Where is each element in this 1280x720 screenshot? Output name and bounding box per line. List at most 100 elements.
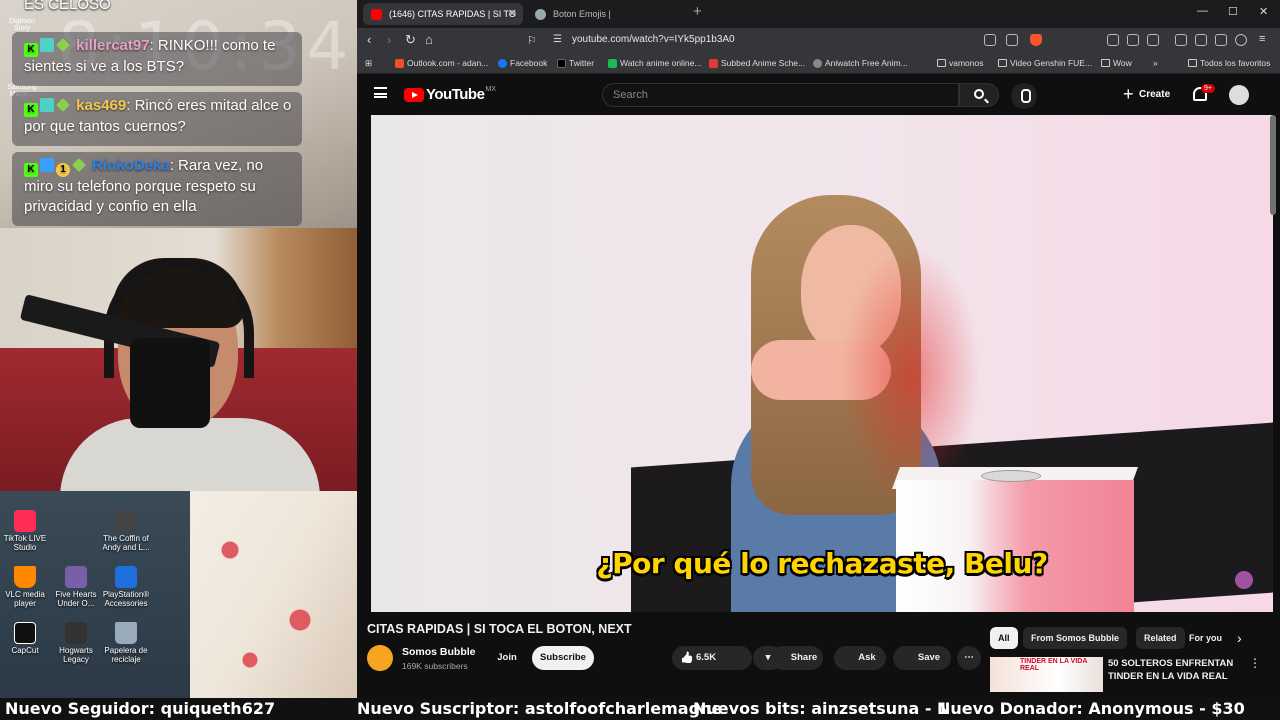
brave-shield-icon[interactable] (1030, 34, 1042, 46)
desktop-icon-label: VLC media player (5, 590, 45, 608)
anime-schedule-icon (709, 59, 718, 68)
bookmark-twitter[interactable]: Twitter (557, 58, 594, 68)
bookmark-folder-genshin[interactable]: Video Genshin FUE... (998, 58, 1092, 68)
music-icon[interactable] (1175, 34, 1187, 46)
recommended-title[interactable]: 50 SOLTEROS ENFRENTAN TINDER EN LA VIDA … (1108, 657, 1238, 683)
stream-overlay-panel: Digimon Story Samsung Magic... 8:10:34 E… (0, 0, 357, 698)
save-button[interactable]: Save (893, 646, 951, 670)
reload-icon[interactable]: ↻ (405, 32, 416, 48)
bookmark-watch-anime[interactable]: Watch anime online... (608, 58, 701, 68)
desktop-icon-digimon[interactable]: Digimon Story (4, 18, 40, 32)
close-window-icon[interactable]: ✕ (1259, 5, 1268, 18)
game-icon (65, 566, 87, 588)
tab-label: Boton Emojis | (553, 9, 611, 19)
bookmark-folder-vamonos[interactable]: vamonos (937, 58, 984, 68)
maximize-icon[interactable]: ☐ (1228, 5, 1238, 18)
thumbnail-text: TINDER EN LA VIDA REAL (1020, 658, 1088, 672)
search-input[interactable]: Search (602, 83, 959, 107)
desktop-icon-label: CapCut (11, 646, 39, 655)
like-button[interactable]: 6.5K (672, 646, 752, 670)
bookmarks-bar: ⊞ Outlook.com - adan... Facebook Twitter… (357, 54, 1280, 74)
chat-message: K1 RinkoDeka: Rara vez, no miro su telef… (12, 152, 302, 226)
hamburger-menu-icon[interactable] (374, 87, 387, 98)
chat-message: K kas469: Rincó eres mitad alce o por qu… (12, 92, 302, 146)
bookmark-folder-wow[interactable]: Wow (1101, 58, 1132, 68)
new-tab-icon[interactable]: + (693, 3, 702, 20)
voice-search-icon[interactable] (1011, 83, 1037, 109)
cast-icon[interactable] (984, 34, 996, 46)
chip-for-you[interactable]: For you (1181, 627, 1230, 649)
youtube-logo[interactable]: YouTubeMX (404, 86, 496, 104)
tab-label: (1646) CITAS RAPIDAS | SI TO (389, 9, 516, 19)
extension-icon[interactable] (1147, 34, 1159, 46)
leo-ai-icon[interactable] (1215, 34, 1227, 46)
desktop-icon-label: PlayStation® Accessories (102, 590, 150, 608)
youtube-wordmark: YouTube (426, 86, 485, 104)
address-bar[interactable]: youtube.com/watch?v=IYk5pp1b3A0 (572, 34, 735, 45)
home-icon[interactable]: ⌂ (425, 32, 433, 47)
kick-badge-icon: K (24, 43, 38, 57)
join-button[interactable]: Join (490, 646, 524, 670)
bookmark-icon[interactable]: ⚐ (527, 34, 537, 47)
desktop-icon-label: Five Hearts Under O... (55, 590, 97, 608)
tab-boton-emojis[interactable]: Boton Emojis | (527, 3, 677, 25)
channel-watermark-icon[interactable] (1235, 571, 1253, 589)
chevron-right-icon[interactable]: › (1237, 630, 1242, 646)
chip-related[interactable]: Related (1136, 627, 1185, 649)
extension-icon[interactable] (1107, 34, 1119, 46)
subscribe-button[interactable]: Subscribe (532, 646, 594, 670)
page-scrollbar[interactable] (1270, 115, 1276, 215)
apps-icon[interactable]: ⊞ (365, 58, 372, 69)
share-button[interactable]: Share (771, 646, 823, 670)
recommended-thumbnail[interactable]: TINDER EN LA VIDA REAL (990, 657, 1103, 692)
channel-avatar[interactable] (367, 645, 393, 671)
microphone-icon (130, 338, 210, 428)
bookmark-aniwatch[interactable]: Aniwatch Free Anim... (813, 58, 908, 68)
extension-icon[interactable] (1127, 34, 1139, 46)
channel-name[interactable]: Somos Bubble (402, 646, 476, 658)
vpn-icon[interactable] (1235, 34, 1247, 46)
aniwatch-icon (813, 59, 822, 68)
bookmark-folder-all[interactable]: Todos los favoritos (1188, 58, 1270, 68)
bookmark-label: Subbed Anime Sche... (721, 58, 806, 68)
share-page-icon[interactable] (1006, 34, 1018, 46)
stream-title: ES CELOSO (24, 0, 111, 13)
bookmark-subbed-anime[interactable]: Subbed Anime Sche... (709, 58, 805, 68)
site-info-icon[interactable]: ☰ (553, 34, 562, 45)
sword-badge-icon (40, 158, 54, 172)
chip-all[interactable]: All (990, 627, 1018, 649)
desktop-icon-coffin[interactable]: The Coffin of Andy and L... (101, 510, 151, 552)
bookmarks-overflow-icon[interactable]: » (1153, 58, 1158, 68)
ask-button[interactable]: Ask (834, 646, 886, 670)
desktop-icon-five-hearts[interactable]: Five Hearts Under O... (51, 566, 101, 608)
create-button[interactable]: Create (1123, 82, 1170, 107)
desktop-icon-hogwarts[interactable]: Hogwarts Legacy (51, 622, 101, 664)
more-actions-icon[interactable]: ⋯ (957, 646, 981, 670)
forward-icon[interactable]: › (387, 32, 391, 47)
desktop-icon-tiktok-live[interactable]: TikTok LIVE Studio (0, 510, 50, 552)
search-button[interactable] (959, 83, 999, 107)
bookmark-outlook[interactable]: Outlook.com - adan... (395, 58, 488, 68)
more-vert-icon[interactable]: ⋮ (1249, 656, 1261, 670)
outlook-icon (395, 59, 404, 68)
chat-username: killercat97 (76, 37, 150, 54)
tab-youtube-video[interactable]: (1646) CITAS RAPIDAS | SI TO ✕ (363, 3, 523, 25)
minimize-icon[interactable]: — (1197, 5, 1208, 17)
back-icon[interactable]: ‹ (367, 32, 371, 47)
desktop-icon-playstation[interactable]: PlayStation® Accessories (101, 566, 151, 608)
desktop-icon-capcut[interactable]: CapCut (0, 622, 50, 655)
desktop-icon-recycle-bin[interactable]: Papelera de reciclaje (101, 622, 151, 664)
video-buzzer-button (981, 470, 1041, 482)
ticker-new-donation: Nuevo Donador: Anonymous - $30 (937, 699, 1245, 718)
folder-icon (1101, 59, 1110, 67)
chip-from-channel[interactable]: From Somos Bubble (1023, 627, 1128, 649)
video-player[interactable]: ¿Por qué lo rechazaste, Belu? (371, 115, 1273, 612)
bookmark-facebook[interactable]: Facebook (498, 58, 547, 68)
desktop-icon-vlc[interactable]: VLC media player (0, 566, 50, 608)
account-avatar[interactable] (1229, 85, 1249, 105)
wallet-icon[interactable] (1195, 34, 1207, 46)
menu-icon[interactable]: ≡ (1259, 33, 1265, 45)
close-tab-icon[interactable]: ✕ (508, 3, 517, 25)
webcam-feed (0, 228, 357, 491)
folder-icon (1188, 59, 1197, 67)
